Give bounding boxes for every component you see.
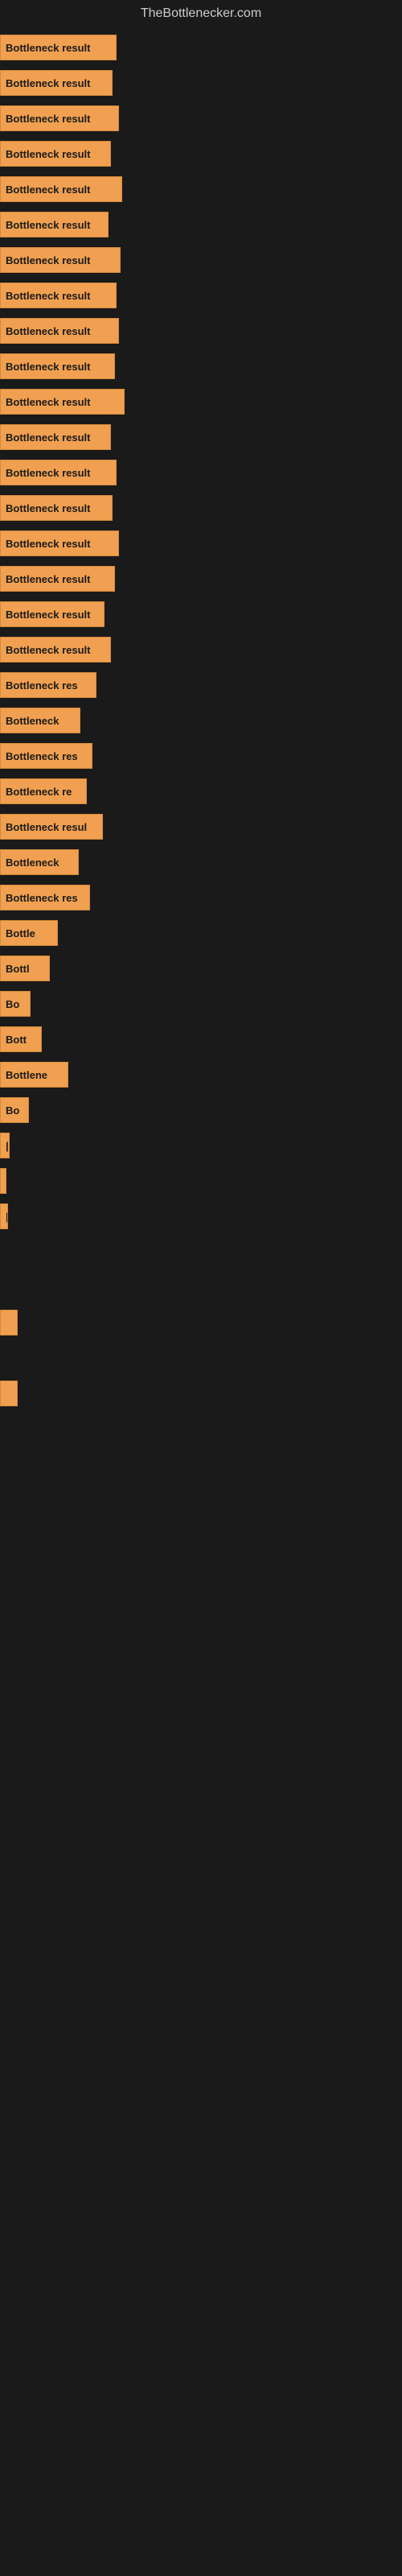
bottleneck-bar[interactable] xyxy=(0,1168,6,1194)
bottleneck-bar[interactable]: Bottleneck result xyxy=(0,353,115,379)
bar-row: | xyxy=(0,1130,402,1161)
bottleneck-bar[interactable]: Bo xyxy=(0,1097,29,1123)
bottleneck-bar[interactable]: Bottleneck result xyxy=(0,318,119,344)
bar-row: Bo xyxy=(0,1095,402,1125)
bottleneck-bar[interactable]: Bottleneck result xyxy=(0,105,119,131)
bottleneck-bar[interactable]: Bott xyxy=(0,1026,42,1052)
bottleneck-bar[interactable]: Bottleneck result xyxy=(0,637,111,663)
bar-row: Bottleneck result xyxy=(0,280,402,311)
bar-row: Bottleneck result xyxy=(0,528,402,559)
bar-row: Bottleneck result xyxy=(0,316,402,346)
bar-row: Bottleneck result xyxy=(0,245,402,275)
bar-row xyxy=(0,1307,402,1338)
bottleneck-bar[interactable]: Bo xyxy=(0,991,31,1017)
bottleneck-bar[interactable]: Bottleneck result xyxy=(0,460,117,485)
bottleneck-bar[interactable]: Bottleneck result xyxy=(0,530,119,556)
bar-row xyxy=(0,1236,402,1267)
bar-row: Bottle xyxy=(0,918,402,948)
site-title: TheBottlenecker.com xyxy=(0,0,402,24)
bar-row: Bottleneck res xyxy=(0,670,402,700)
bottleneck-bar[interactable]: Bottleneck result xyxy=(0,566,115,592)
bottleneck-bar[interactable]: Bottleneck result xyxy=(0,35,117,60)
bottleneck-bar[interactable]: Bottleneck result xyxy=(0,495,113,521)
bottleneck-bar[interactable]: Bottlene xyxy=(0,1062,68,1088)
bar-row: Bott xyxy=(0,1024,402,1055)
bar-row: Bottleneck result xyxy=(0,174,402,204)
bar-row: Bo xyxy=(0,989,402,1019)
bar-row: Bottleneck res xyxy=(0,741,402,771)
bar-row xyxy=(0,1343,402,1373)
bar-row: | xyxy=(0,1201,402,1232)
bottleneck-bar[interactable]: Bottleneck result xyxy=(0,601,105,627)
bottleneck-bar[interactable]: Bottleneck result xyxy=(0,70,113,96)
bar-row: Bottleneck result xyxy=(0,493,402,523)
bottleneck-bar[interactable] xyxy=(0,1310,18,1335)
bottleneck-bar[interactable]: Bottleneck result xyxy=(0,176,122,202)
bottleneck-bar[interactable]: Bottleneck xyxy=(0,708,80,733)
bottleneck-bar[interactable]: Bottleneck result xyxy=(0,283,117,308)
bottleneck-bar[interactable]: Bottleneck result xyxy=(0,389,125,415)
bar-row: Bottl xyxy=(0,953,402,984)
bar-row: Bottleneck result xyxy=(0,634,402,665)
bottleneck-bar[interactable]: Bottleneck result xyxy=(0,424,111,450)
bottleneck-bar[interactable]: Bottleneck xyxy=(0,849,79,875)
bottleneck-bar[interactable]: Bottleneck res xyxy=(0,672,96,698)
bar-row: Bottleneck resul xyxy=(0,811,402,842)
bar-row: Bottleneck xyxy=(0,705,402,736)
bar-row: Bottleneck result xyxy=(0,138,402,169)
bottleneck-bar[interactable]: Bottle xyxy=(0,920,58,946)
bottleneck-bar[interactable]: Bottleneck re xyxy=(0,778,87,804)
bar-row xyxy=(0,1166,402,1196)
bar-row xyxy=(0,1272,402,1302)
bar-row xyxy=(0,1378,402,1409)
bar-row: Bottleneck result xyxy=(0,32,402,63)
bar-row: Bottleneck result xyxy=(0,68,402,98)
bottleneck-bar[interactable]: | xyxy=(0,1133,10,1158)
bar-row: Bottleneck result xyxy=(0,386,402,417)
bar-row: Bottleneck result xyxy=(0,351,402,382)
bottleneck-bar[interactable]: Bottleneck result xyxy=(0,212,109,237)
bar-row: Bottleneck result xyxy=(0,599,402,630)
bottleneck-bar[interactable]: Bottleneck result xyxy=(0,141,111,167)
bottleneck-bar[interactable]: Bottleneck resul xyxy=(0,814,103,840)
bottleneck-bar[interactable]: Bottl xyxy=(0,956,50,981)
bar-row: Bottleneck result xyxy=(0,564,402,594)
bottleneck-bar[interactable]: Bottleneck result xyxy=(0,247,121,273)
bottleneck-bar[interactable]: Bottleneck res xyxy=(0,885,90,910)
bar-row: Bottleneck re xyxy=(0,776,402,807)
bottleneck-bar[interactable]: Bottleneck res xyxy=(0,743,92,769)
bottleneck-bar[interactable] xyxy=(0,1381,18,1406)
bars-container: Bottleneck result Bottleneck result Bottle… xyxy=(0,24,402,1422)
bar-row: Bottleneck xyxy=(0,847,402,877)
bar-row: Bottleneck result xyxy=(0,422,402,452)
bar-row: Bottleneck result xyxy=(0,103,402,134)
bar-row: Bottleneck result xyxy=(0,209,402,240)
bottleneck-bar[interactable]: | xyxy=(0,1203,8,1229)
bar-row: Bottleneck res xyxy=(0,882,402,913)
bar-row: Bottleneck result xyxy=(0,457,402,488)
bar-row: Bottlene xyxy=(0,1059,402,1090)
